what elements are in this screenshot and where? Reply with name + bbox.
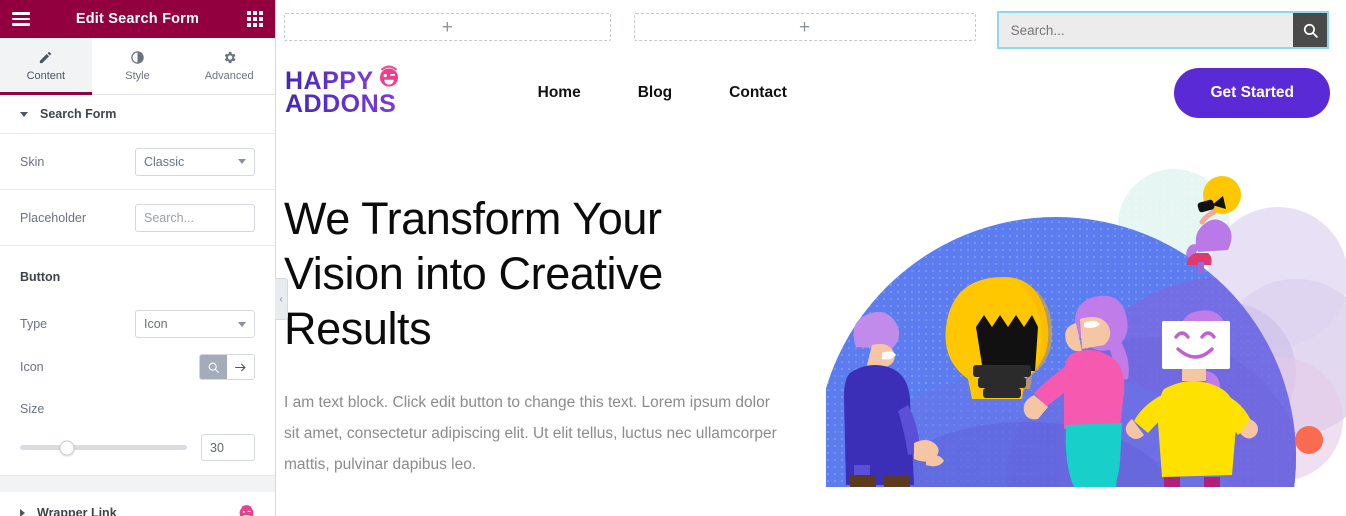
panel-title: Edit Search Form: [75, 11, 200, 27]
tab-advanced-label: Advanced: [204, 70, 254, 82]
size-slider-row: [0, 430, 275, 476]
happy-face-icon: [377, 64, 401, 88]
size-value-input[interactable]: [201, 434, 255, 461]
logo-text-line2: ADDONS: [285, 92, 401, 117]
site-logo[interactable]: HAPPY ADDONS: [285, 65, 401, 117]
control-placeholder: Placeholder: [0, 190, 275, 246]
panel-gap: [0, 476, 275, 492]
control-icon: Icon: [0, 346, 275, 388]
team-creative-ideas-illustration: [816, 157, 1346, 516]
search-submit-button[interactable]: [1293, 13, 1327, 47]
search-form-widget[interactable]: [996, 11, 1330, 49]
hero-title: We Transform Your Vision into Creative R…: [284, 193, 663, 354]
hero-copy: We Transform Your Vision into Creative R…: [284, 139, 824, 480]
add-section-placeholder-right[interactable]: +: [633, 13, 976, 41]
search-icon: [1303, 23, 1318, 38]
hero-section: We Transform Your Vision into Creative R…: [276, 139, 1346, 516]
control-type-label: Type: [20, 317, 48, 331]
panel-header: Edit Search Form: [0, 0, 275, 38]
elementor-editor: Edit Search Form Content Style Advanced …: [0, 0, 1346, 516]
site-header: HAPPY ADDONS Home Blog Contact Get Start…: [276, 47, 1346, 139]
hamburger-menu-icon[interactable]: [12, 12, 30, 26]
control-type: Type Icon: [0, 302, 275, 346]
pencil-icon: [40, 51, 52, 64]
section-wrapper-link-label: Wrapper Link: [37, 505, 117, 516]
control-skin: Skin Classic: [0, 134, 275, 190]
type-select[interactable]: Icon: [135, 310, 255, 338]
tab-style-label: Style: [125, 70, 150, 82]
gear-icon: [224, 51, 236, 64]
control-icon-label: Icon: [20, 360, 44, 374]
grid-apps-icon[interactable]: [247, 11, 263, 27]
tab-style[interactable]: Style: [91, 38, 184, 94]
editor-panel: Edit Search Form Content Style Advanced …: [0, 0, 288, 516]
tab-advanced[interactable]: Advanced: [183, 38, 276, 94]
control-group-button: Button: [0, 246, 275, 302]
contrast-half-circle-icon: [131, 51, 144, 64]
control-group-button-label: Button: [20, 270, 61, 284]
control-size-label: Size: [20, 402, 45, 416]
site-nav: Home Blog Contact: [538, 84, 787, 102]
skin-select[interactable]: Classic: [135, 147, 255, 176]
chevron-down-icon: [20, 111, 28, 117]
control-skin-label: Skin: [20, 154, 45, 169]
arrow-right-icon: [235, 363, 246, 371]
search-input[interactable]: [998, 13, 1293, 47]
skin-select-value: Classic: [144, 154, 185, 169]
panel-body: Search Form Skin Classic Placeholder But…: [0, 95, 275, 516]
icon-option-arrow-right-icon[interactable]: [227, 355, 254, 379]
section-search-form[interactable]: Search Form: [0, 95, 275, 134]
chevron-down-icon: [238, 159, 246, 164]
control-size: Size: [0, 388, 275, 430]
collapse-panel-handle[interactable]: ‹: [275, 278, 288, 320]
tab-content-label: Content: [26, 70, 66, 82]
size-slider-handle[interactable]: [59, 440, 75, 455]
size-slider[interactable]: [20, 440, 187, 455]
type-select-value: Icon: [144, 317, 168, 331]
icon-option-search-icon[interactable]: [200, 355, 227, 379]
nav-item-home[interactable]: Home: [538, 84, 581, 102]
nav-item-contact[interactable]: Contact: [729, 84, 787, 102]
panel-tabs: Content Style Advanced: [0, 38, 276, 95]
chevron-down-icon: [238, 321, 246, 327]
chevron-right-icon: [20, 508, 25, 516]
control-placeholder-label: Placeholder: [20, 210, 87, 225]
icon-picker: [199, 354, 255, 380]
happy-addons-face-icon: [238, 504, 255, 516]
add-section-placeholder-left[interactable]: +: [284, 13, 611, 41]
get-started-button[interactable]: Get Started: [1174, 68, 1330, 118]
hero-text-block: I am text block. Click edit button to ch…: [284, 393, 777, 473]
section-wrapper-link[interactable]: Wrapper Link: [0, 492, 275, 516]
tab-content[interactable]: Content: [0, 38, 92, 95]
nav-item-blog[interactable]: Blog: [638, 84, 672, 102]
preview-canvas: + + HAPPY: [276, 0, 1346, 516]
placeholder-input[interactable]: [135, 203, 255, 232]
top-widgets-row: + +: [276, 0, 1346, 49]
search-icon: [208, 362, 219, 373]
section-search-form-label: Search Form: [40, 107, 117, 121]
